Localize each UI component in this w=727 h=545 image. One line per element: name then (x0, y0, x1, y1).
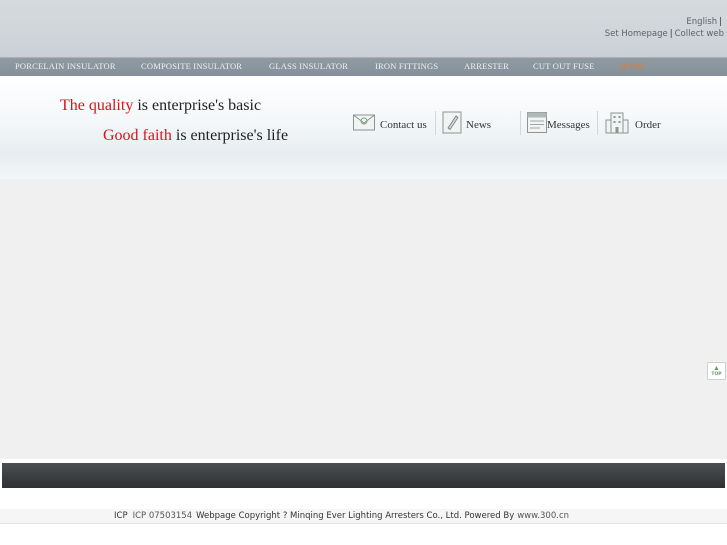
messages-label: Messages (547, 119, 590, 131)
copyright-statement: Webpage Copyright ? Minqing Ever Lightin… (196, 511, 515, 521)
footer-bar (2, 463, 725, 488)
icp-number: ICP 07503154 (132, 511, 193, 521)
chevron-up-icon: ▲ (713, 365, 720, 372)
collect-web-link[interactable]: Collect web (675, 29, 724, 39)
top-links: English | Set Homepage | Collect web (605, 16, 724, 40)
order-label: Order (635, 119, 661, 131)
icp-label: ICP (114, 511, 128, 521)
slogan-text: is enterprise's basic (133, 97, 262, 114)
nav-item-glass-insulator[interactable]: GLASS INSULATOR (269, 61, 348, 71)
main-nav: PORCELAIN INSULATOR COMPOSITE INSULATOR … (0, 57, 727, 76)
powered-by-link[interactable]: www.300.cn (517, 511, 569, 521)
contact-us-label: Contact us (380, 119, 427, 131)
nav-item-porcelain-insulator[interactable]: PORCELAIN INSULATOR (15, 61, 116, 71)
contact-us-link[interactable]: Contact us (352, 110, 432, 136)
slogan-line-1: The quality is enterprise's basic (60, 97, 261, 115)
top-bar: English | Set Homepage | Collect web (0, 0, 727, 57)
divider (520, 111, 521, 135)
set-homepage-link[interactable]: Set Homepage (605, 29, 668, 39)
slogan-highlight: Good faith (103, 127, 172, 144)
nav-item-home[interactable]: HOME (620, 61, 646, 71)
link-separator: | (719, 17, 722, 27)
slogan-highlight: The quality (60, 97, 134, 114)
slogan-text: is enterprise's life (171, 127, 289, 144)
copyright-text: ICP ICP 07503154 Webpage Copyright ? Minqi… (114, 511, 569, 521)
link-separator: | (669, 29, 673, 39)
messages-link[interactable]: Messages (526, 110, 594, 136)
envelope-icon (353, 114, 375, 131)
nav-item-composite-insulator[interactable]: COMPOSITE INSULATOR (141, 61, 242, 71)
main-content (0, 179, 727, 459)
divider (597, 111, 598, 135)
english-link[interactable]: English (686, 17, 717, 27)
pencil-note-icon (442, 111, 462, 134)
news-label: News (466, 119, 492, 131)
nav-item-arrester[interactable]: ARRESTER (464, 61, 509, 71)
back-to-top-label: TOP (711, 372, 722, 377)
slogan-line-2: Good faith is enterprise's life (103, 127, 288, 145)
back-to-top-button[interactable]: ▲ TOP (707, 362, 726, 380)
nav-item-iron-fittings[interactable]: IRON FITTINGS (375, 61, 438, 71)
order-link[interactable]: Order (605, 110, 665, 136)
building-icon (605, 112, 629, 134)
news-link[interactable]: News (441, 110, 497, 136)
nav-item-cut-out-fuse[interactable]: CUT OUT FUSE (533, 61, 595, 71)
divider (435, 111, 436, 135)
